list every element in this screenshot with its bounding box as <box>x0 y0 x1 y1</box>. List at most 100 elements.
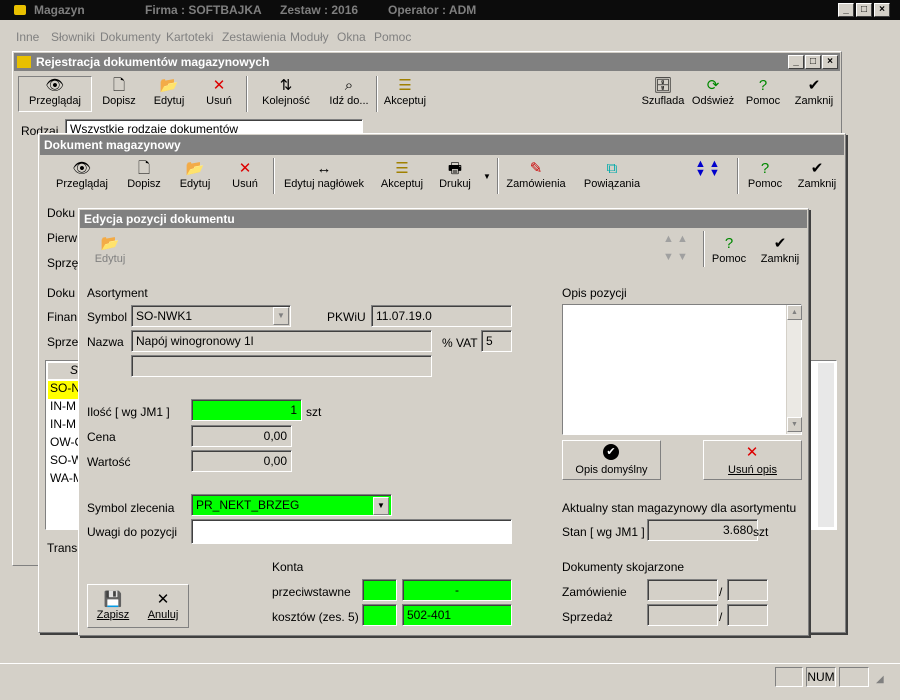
reg-edit-button[interactable]: 📂 Edytuj <box>147 77 191 107</box>
doc-accept-button[interactable]: ☰ Akceptuj <box>375 160 429 190</box>
reg-refresh-button[interactable]: ⟳ Odśwież <box>689 77 737 107</box>
separator <box>737 158 739 194</box>
reg-help-button[interactable]: ? Pomoc <box>741 77 785 107</box>
menu-zestawienia[interactable]: Zestawienia <box>222 30 286 44</box>
pkwiu-label: PKWiU <box>327 310 366 324</box>
menu-kartoteki[interactable]: Kartoteki <box>166 30 213 44</box>
folder-icon: 📂 <box>100 235 120 252</box>
nav-arrows-icon: ▲ ▲ ▼ ▼ <box>663 233 688 263</box>
doc-links-button[interactable]: ⧉ Powiązania <box>577 160 647 190</box>
check-icon: ✔ <box>807 77 821 94</box>
orders-field-2 <box>727 579 768 601</box>
status-bar: NUM ◢ <box>0 663 900 700</box>
price-label: Cena <box>87 430 116 444</box>
doc-help-button[interactable]: ? Pomoc <box>743 160 787 190</box>
description-textarea[interactable]: ▲ ▼ <box>562 304 802 435</box>
reg-view-button[interactable]: 👁 Przeglądaj <box>18 76 92 112</box>
reg-minimize-icon[interactable]: _ <box>788 55 804 69</box>
menu-slowniki[interactable]: Słowniki <box>51 30 95 44</box>
save-button[interactable]: 💾 Zapisz <box>91 591 135 621</box>
doc-view-button[interactable]: 👁 Przeglądaj <box>51 160 113 190</box>
registration-title: Rejestracja dokumentów magazynowych <box>14 53 840 71</box>
reg-accept-button[interactable]: ☰ Akceptuj <box>379 77 431 107</box>
scroll-up-icon[interactable]: ▲ <box>787 305 802 320</box>
value-label: Wartość <box>87 455 131 469</box>
doc-edit-header-button[interactable]: ↔ Edytuj nagłówek <box>277 160 371 190</box>
menu-okna[interactable]: Okna <box>337 30 366 44</box>
nav-arrows-icon[interactable]: ▲ ▲ ▼ ▼ <box>695 159 720 179</box>
cost-account-code[interactable] <box>362 604 397 626</box>
description-scrollbar[interactable]: ▲ ▼ <box>786 305 802 434</box>
check-icon: ✔ <box>773 235 787 252</box>
order-symbol-label: Symbol zlecenia <box>87 501 175 515</box>
edit-position-window: Edycja pozycji dokumentu 📂 Edytuj ▲ ▲ ▼ ▼ … <box>78 208 809 636</box>
order-symbol-combo[interactable]: PR_NEKT_BRZEG <box>191 494 392 516</box>
doc-edit-button[interactable]: 📂 Edytuj <box>173 160 217 190</box>
reg-close-button[interactable]: ✔ Zamknij <box>791 77 837 107</box>
doc-add-button[interactable]: 🗋 Dopisz <box>121 160 167 190</box>
name-extra-field <box>131 355 432 377</box>
reg-goto-button[interactable]: ⌕ Idź do... <box>323 77 375 107</box>
qty-input[interactable]: 1 <box>191 399 302 421</box>
app-title: Magazyn <box>34 3 85 17</box>
year-set: Zestaw : 2016 <box>280 3 359 17</box>
default-description-button[interactable]: ✔ Opis domyślny <box>562 440 661 480</box>
edit-position-title: Edycja pozycji dokumentu <box>80 210 807 228</box>
table-scrollbar[interactable] <box>818 363 834 527</box>
status-cell <box>839 667 869 687</box>
edit-close-button[interactable]: ✔ Zamknij <box>755 235 805 265</box>
vat-label: % VAT <box>442 336 478 350</box>
cost-account-label: kosztów (zes. 5) <box>272 610 359 624</box>
doc-label-3: Sprzę <box>47 256 79 270</box>
reg-add-button[interactable]: 🗋 Dopisz <box>97 77 141 107</box>
reg-drawer-button[interactable]: 🗄 Szuflada <box>639 77 687 107</box>
new-doc-icon: 🗋 <box>137 160 151 177</box>
reg-close-icon[interactable]: × <box>822 55 838 69</box>
doc-print-button[interactable]: 🖶 Drukuj <box>433 160 477 190</box>
doc-label-1: Doku <box>47 206 76 220</box>
doc-orders-button[interactable]: ✎ Zamówienia <box>503 160 569 190</box>
cancel-button[interactable]: ✕ Anuluj <box>141 591 185 621</box>
remove-description-button[interactable]: ✕ Usuń opis <box>703 440 802 480</box>
separator <box>703 231 705 267</box>
counter-account-field[interactable]: - <box>402 579 512 601</box>
eye-icon: 👁 <box>45 77 65 94</box>
close-icon[interactable]: × <box>874 3 890 17</box>
menu-inne[interactable]: Inne <box>16 30 39 44</box>
notes-input[interactable] <box>191 519 512 544</box>
reg-maximize-icon[interactable]: □ <box>805 55 821 69</box>
symbol-combo[interactable]: SO-NWK1 <box>131 305 291 327</box>
maximize-icon[interactable]: □ <box>856 3 872 17</box>
accounts-heading: Konta <box>272 560 304 574</box>
doc-close-button[interactable]: ✔ Zamknij <box>793 160 841 190</box>
check-circle-icon: ✔ <box>603 444 619 460</box>
reg-delete-button[interactable]: ✕ Usuń <box>197 77 241 107</box>
eye-icon: 👁 <box>72 160 92 177</box>
close-icon: ✕ <box>156 591 170 608</box>
menu-pomoc[interactable]: Pomoc <box>374 30 411 44</box>
edit-edit-button[interactable]: 📂 Edytuj <box>87 235 133 265</box>
chevron-down-icon[interactable]: ▼ <box>273 307 289 325</box>
counter-account-code[interactable] <box>362 579 397 601</box>
operator: Operator : ADM <box>388 3 477 17</box>
orders-slash: / <box>719 585 723 599</box>
assortment-heading: Asortyment <box>87 286 148 300</box>
reg-order-button[interactable]: ⇅ Kolejność <box>257 77 315 107</box>
minimize-icon[interactable]: _ <box>838 3 854 17</box>
cost-account-field[interactable]: 502-401 <box>402 604 512 626</box>
doc-delete-button[interactable]: ✕ Usuń <box>223 160 267 190</box>
menu-dokumenty[interactable]: Dokumenty <box>100 30 161 44</box>
firm-name: Firma : SOFTBAJKA <box>145 3 262 17</box>
document-title: Dokument magazynowy <box>40 135 844 155</box>
doc-label-5: Finan <box>47 310 78 324</box>
chevron-down-icon[interactable]: ▼ <box>373 497 389 515</box>
scroll-down-icon[interactable]: ▼ <box>787 417 802 432</box>
resize-grip-icon[interactable]: ◢ <box>876 674 884 685</box>
price-field[interactable]: 0,00 <box>191 425 292 447</box>
print-dropdown-icon[interactable]: ▼ <box>483 172 491 181</box>
menu-bar: Inne Słowniki Dokumenty Kartoteki Zestaw… <box>0 30 900 48</box>
menu-moduly[interactable]: Moduły <box>290 30 329 44</box>
edit-help-button[interactable]: ? Pomoc <box>707 235 751 265</box>
symbol-label: Symbol <box>87 310 128 324</box>
linked-heading: Dokumenty skojarzone <box>562 560 685 574</box>
